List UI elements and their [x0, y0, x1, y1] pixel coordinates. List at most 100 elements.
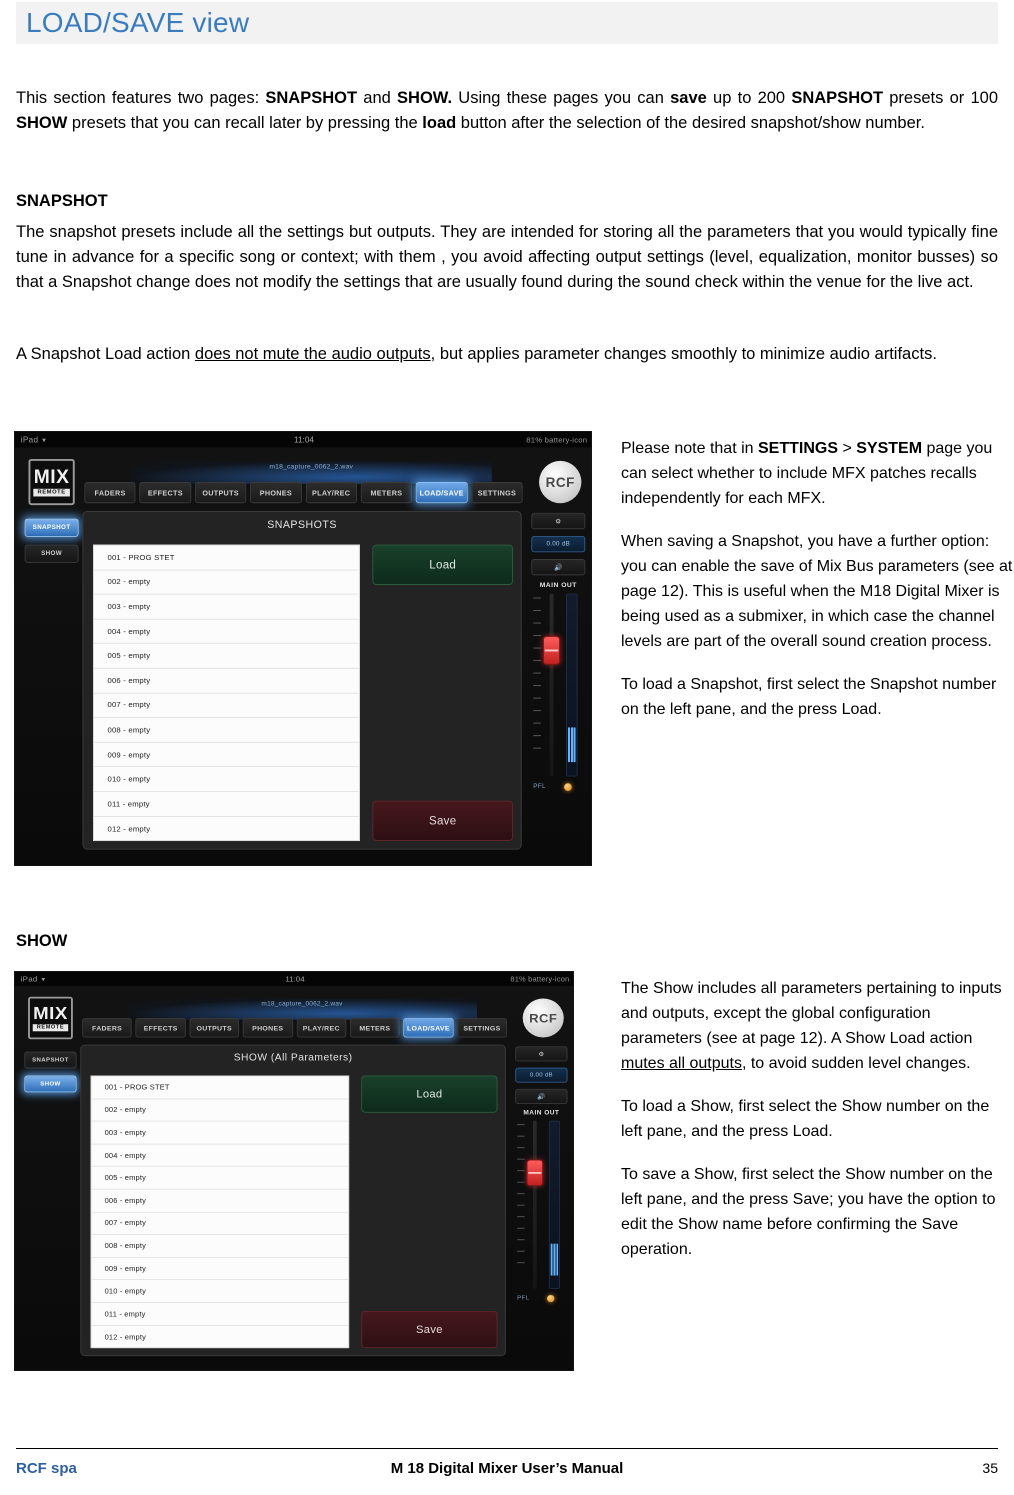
tab-outputs[interactable]: OUTPUTS [194, 482, 247, 504]
pfl-label: PFL [517, 1295, 530, 1302]
list-item[interactable]: 003 - empty [93, 595, 359, 620]
gear-icon[interactable]: ⚙ [515, 1046, 568, 1062]
fader-knob[interactable] [526, 1159, 544, 1187]
footer-divider [16, 1448, 998, 1449]
tab-settings[interactable]: SETTINGS [471, 482, 523, 504]
show-note-column: The Show includes all parameters pertain… [621, 976, 1013, 1262]
show-note-p3: To save a Show, first select the Show nu… [621, 1166, 996, 1258]
list-item[interactable]: 012 - empty [92, 1326, 349, 1348]
list-item[interactable]: 004 - empty [93, 619, 359, 645]
footer-manual-title: M 18 Digital Mixer User’s Manual [390, 1459, 624, 1477]
tab-phones[interactable]: PHONES [250, 482, 302, 504]
load-button[interactable]: Load [361, 1075, 498, 1113]
rail-button-snapshot[interactable]: SNAPSHOT [24, 518, 79, 537]
list-item[interactable]: 007 - empty [91, 1212, 349, 1235]
gear-icon[interactable]: ⚙ [531, 512, 586, 530]
preset-list[interactable]: 001 - PROG STET 002 - empty 003 - empty … [90, 1075, 350, 1349]
status-clock: 11:04 [285, 974, 305, 984]
list-item[interactable]: 011 - empty [93, 792, 359, 817]
fader-track[interactable] [532, 1120, 537, 1289]
tab-play-rec[interactable]: PLAY/REC [296, 1018, 347, 1038]
intro-b6: load [422, 114, 457, 132]
list-item[interactable]: 006 - empty [91, 1190, 349, 1213]
rail-button-snapshot[interactable]: SNAPSHOT [24, 1051, 77, 1069]
snapshot-note-p3: To load a Snapshot, first select the Sna… [621, 676, 997, 718]
right-control-column: ⚙ 0.00 dB 🔊 MAIN OUT PFL [515, 1046, 568, 1303]
mix-logo-line1: MIX [33, 1003, 68, 1023]
snapshot-note-p1: Please note that in SETTINGS > SYSTEM pa… [621, 436, 1013, 511]
tab-effects[interactable]: EFFECTS [135, 1018, 186, 1038]
pfl-led-icon[interactable] [564, 783, 572, 791]
list-item[interactable]: 007 - empty [93, 693, 359, 718]
mix-remote-app: MIX REMOTE m18_capture_0062_2.wav FADERS… [15, 986, 573, 1370]
list-item[interactable]: 010 - empty [93, 767, 359, 792]
list-item[interactable]: 008 - empty [91, 1235, 349, 1258]
rail-button-show[interactable]: SHOW [24, 544, 79, 563]
snapshot-note-p1-a: Please note that in [621, 440, 758, 457]
settings-bold: SETTINGS [757, 440, 838, 457]
fader-knob[interactable] [542, 636, 561, 665]
list-item[interactable]: 003 - empty [91, 1122, 349, 1145]
nav-bar: m18_capture_0062_2.wav FADERS EFFECTS OU… [84, 460, 523, 505]
speaker-icon[interactable]: 🔊 [531, 559, 586, 576]
tab-meters[interactable]: METERS [349, 1018, 400, 1038]
show-app-canvas: iPad ▾ 11:04 81% battery-icon MIX REMOTE… [15, 972, 573, 1370]
snapshot-paragraph-1: The snapshot presets include all the set… [16, 223, 998, 291]
battery-status: 81% battery-icon [510, 975, 570, 984]
tab-load-save[interactable]: LOAD/SAVE [403, 1018, 454, 1038]
tab-effects[interactable]: EFFECTS [139, 482, 192, 504]
list-item[interactable]: 008 - empty [93, 718, 359, 743]
ios-status-bar: iPad ▾ 11:04 81% battery-icon [15, 972, 573, 987]
list-item[interactable]: 002 - empty [91, 1099, 349, 1122]
pfl-led-icon[interactable] [546, 1295, 555, 1303]
panel-title: SNAPSHOTS [267, 519, 337, 532]
list-item[interactable]: 009 - empty [93, 743, 359, 768]
preset-list[interactable]: 001 - PROG STET 002 - empty 003 - empty … [93, 544, 360, 842]
list-item[interactable]: 004 - empty [91, 1144, 349, 1168]
save-button[interactable]: Save [372, 800, 514, 842]
list-item[interactable]: 012 - empty [94, 817, 359, 841]
list-item[interactable]: 001 - PROG STET [93, 546, 359, 571]
list-item[interactable]: 006 - empty [93, 669, 359, 694]
list-item[interactable]: 001 - PROG STET [91, 1076, 349, 1100]
fader-scale-ticks [533, 597, 545, 773]
tab-meters[interactable]: METERS [360, 482, 413, 504]
save-button[interactable]: Save [361, 1310, 498, 1349]
fader-track[interactable] [549, 593, 554, 777]
tab-play-rec[interactable]: PLAY/REC [305, 482, 357, 504]
snapshot-note-column: Please note that in SETTINGS > SYSTEM pa… [621, 436, 1013, 722]
level-meter-bars [567, 727, 577, 763]
tab-faders[interactable]: FADERS [84, 482, 136, 504]
rcf-logo: RCF [522, 998, 564, 1038]
page-header-band: LOAD/SAVE view [16, 2, 998, 44]
mix-remote-logo: MIX REMOTE [28, 996, 73, 1040]
list-item[interactable]: 011 - empty [91, 1303, 349, 1326]
tab-load-save[interactable]: LOAD/SAVE [415, 482, 468, 504]
snap2-a: A Snapshot Load action [16, 345, 195, 363]
list-item[interactable]: 009 - empty [91, 1258, 349, 1281]
show-note-p1-a: The Show includes all parameters pertain… [621, 980, 1002, 1047]
intro-b3: save [670, 89, 707, 107]
show-note-p2: To load a Show, first select the Show nu… [621, 1098, 990, 1140]
panel-title: SHOW (All Parameters) [233, 1052, 353, 1064]
list-item[interactable]: 002 - empty [93, 570, 359, 595]
tab-phones[interactable]: PHONES [242, 1018, 293, 1038]
intro-t6: presets that you can recall later by pre… [67, 114, 423, 132]
list-item[interactable]: 005 - empty [93, 644, 359, 669]
tab-settings[interactable]: SETTINGS [457, 1018, 507, 1038]
mix-logo-line2: REMOTE [33, 488, 70, 496]
tab-row: FADERS EFFECTS OUTPUTS PHONES PLAY/REC M… [84, 482, 523, 504]
list-item[interactable]: 005 - empty [91, 1167, 349, 1190]
speaker-icon[interactable]: 🔊 [515, 1088, 568, 1104]
snapshot-screenshot-figure: iPad ▾ 11:04 81% battery-icon MIX REMOTE… [14, 431, 592, 866]
list-item[interactable]: 010 - empty [91, 1280, 349, 1303]
main-out-db-readout[interactable]: 0.00 dB [531, 535, 586, 553]
load-button[interactable]: Load [372, 544, 514, 586]
intro-b4: SNAPSHOT [791, 89, 884, 107]
tab-outputs[interactable]: OUTPUTS [189, 1018, 240, 1038]
fader-scale-ticks [517, 1124, 528, 1285]
tab-faders[interactable]: FADERS [82, 1018, 133, 1038]
main-out-db-readout[interactable]: 0.00 dB [515, 1067, 568, 1083]
intro-t1: This section features two pages: [16, 89, 266, 107]
rail-button-show[interactable]: SHOW [24, 1075, 77, 1093]
